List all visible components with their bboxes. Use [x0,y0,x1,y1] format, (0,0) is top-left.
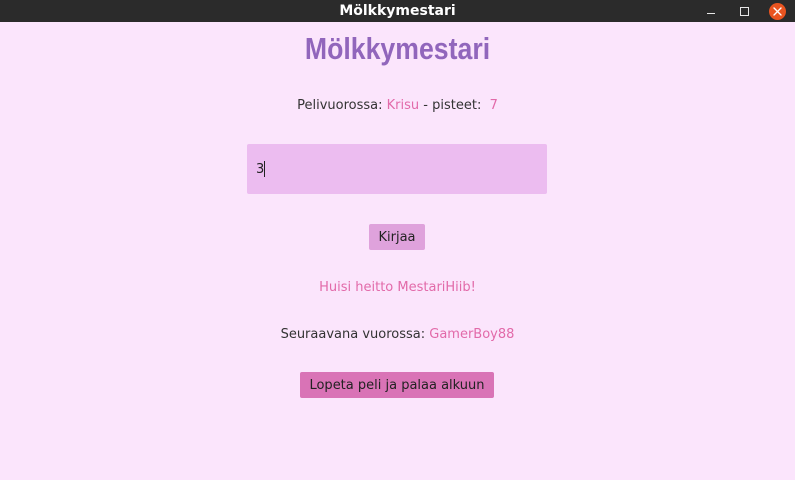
current-points-value: 7 [489,98,498,113]
close-icon [768,2,786,20]
record-button[interactable]: Kirjaa [369,224,425,250]
current-turn-label: Pelivuorossa: [297,98,383,113]
next-turn-label: Seuraavana vuorossa: [280,327,426,342]
throw-message: Huisi heitto MestariHiib! [319,280,476,295]
main-content: Mölkkymestari Pelivuorossa: Krisu - pist… [0,22,795,480]
close-button[interactable] [766,0,788,22]
next-turn-row: Seuraavana vuorossa: GamerBoy88 [0,327,795,343]
minimize-icon [707,13,715,14]
score-input[interactable] [247,144,547,194]
quit-game-button[interactable]: Lopeta peli ja palaa alkuun [300,372,494,398]
minimize-button[interactable] [700,0,722,22]
app-title: Mölkkymestari [304,31,491,66]
current-player-name: Krisu [386,98,420,113]
window-titlebar: Mölkkymestari [0,0,795,22]
maximize-button[interactable] [733,0,755,22]
points-label: - pisteet: [423,98,482,113]
maximize-icon [739,6,749,16]
next-player-name: GamerBoy88 [429,327,515,342]
window-title: Mölkkymestari [339,3,456,19]
current-turn-row: Pelivuorossa: Krisu - pisteet: 7 [0,98,795,114]
text-caret [264,161,265,177]
